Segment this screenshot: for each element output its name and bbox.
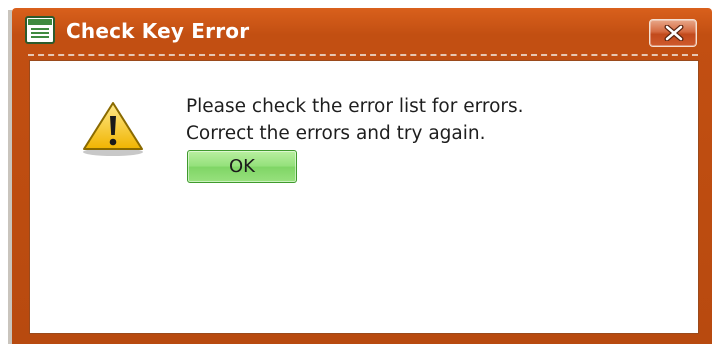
title-separator [28, 54, 698, 56]
close-icon [664, 25, 684, 41]
message-text: Please check the error list for errors. … [186, 93, 524, 147]
dialog-title: Check Key Error [66, 19, 250, 43]
dialog-content: Please check the error list for errors. … [29, 60, 699, 334]
close-button[interactable] [649, 19, 697, 47]
window-form-icon [25, 16, 55, 44]
ok-button[interactable]: OK [187, 150, 297, 183]
dialog-window: Check Key Error Please check the error l… [12, 8, 712, 344]
message-line-2: Correct the errors and try again. [186, 123, 486, 144]
message-line-1: Please check the error list for errors. [186, 96, 524, 117]
title-bar[interactable]: Check Key Error [12, 8, 712, 54]
warning-icon [83, 102, 143, 156]
